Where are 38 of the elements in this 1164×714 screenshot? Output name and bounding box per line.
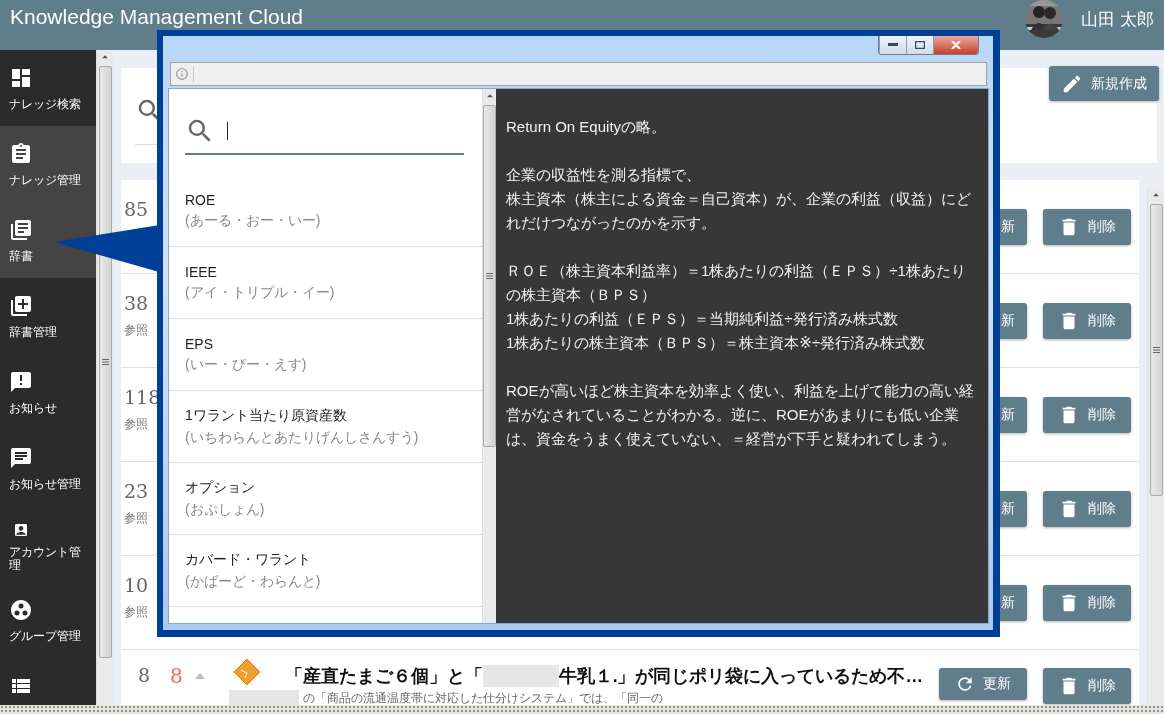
sidebar-item[interactable]: 辞書管理 bbox=[0, 278, 96, 354]
delete-button[interactable]: 削除 bbox=[1043, 396, 1131, 433]
definition-text: ROEが高いほど株主資本を効率よく使い、利益を上げて能力の高い経営がなされていることがわかる。逆に、ROEがあまりにも低い企業は、資金をうまく使えていない、＝経営が下手と疑われてしまう。 bbox=[506, 381, 975, 449]
article-title[interactable]: 牛乳１.」が同じポリ袋に入っているため不… bbox=[558, 664, 923, 688]
reference-count: 10 bbox=[124, 574, 149, 596]
reference-count: 38 bbox=[124, 292, 149, 314]
delete-button[interactable]: 削除 bbox=[1043, 584, 1131, 621]
new-button[interactable]: 新規作成 bbox=[1049, 66, 1159, 101]
definition-text: Return On Equityの略。 bbox=[506, 117, 668, 137]
sidebar-item[interactable]: お知らせ bbox=[0, 354, 96, 430]
sidebar-item[interactable]: グループ管理 bbox=[0, 582, 96, 658]
like-count: 8 bbox=[170, 664, 183, 688]
user-name[interactable]: 山田 太郎 bbox=[1081, 7, 1154, 31]
sidebar-item[interactable]: お知らせ管理 bbox=[0, 430, 96, 506]
app-title: Knowledge Management Cloud bbox=[10, 5, 305, 29]
definition-text: 1株あたりの利益（ＥＰＳ）＝当期純利益÷発行済み株式数 bbox=[506, 309, 899, 329]
update-button[interactable]: 更新 bbox=[939, 668, 1027, 700]
delete-button[interactable]: 削除 bbox=[1043, 668, 1131, 704]
sidebar-item[interactable]: 辞書 bbox=[0, 202, 96, 278]
reference-label: 参照 bbox=[124, 322, 148, 339]
definition-text: 1株あたりの株主資本（ＢＰＳ）＝株主資本※÷発行済み株式数 bbox=[506, 333, 927, 353]
reference-label: 参照 bbox=[124, 510, 148, 527]
sidebar-item[interactable]: ナレッジ管理 bbox=[0, 126, 96, 202]
definition-text: ＲＯＥ（株主資本利益率）＝1株あたりの利益（ＥＰＳ）÷1株あたりの株主資本（ＢＰＳ） bbox=[506, 261, 967, 305]
reference-count: 23 bbox=[124, 480, 149, 502]
definition-text: 企業の収益性を測る指標で、 bbox=[506, 165, 702, 185]
article-summary: の「商品の流通温度帯に対応した仕分けシステム」では、「同一の bbox=[302, 690, 663, 707]
sidebar-item[interactable]: ナレッジ検索 bbox=[0, 50, 96, 126]
definition-text: 株主資本（株主による資金＝自己資本）が、企業の利益（収益）にどれだけつながったのかを示す。 bbox=[506, 189, 972, 233]
reference-label: 参照 bbox=[124, 416, 148, 433]
sidebar-item[interactable]: アカウント管理 bbox=[0, 506, 96, 582]
reference-label: 参照 bbox=[124, 604, 148, 621]
article-title[interactable]: 「産直たまご６個」と「 bbox=[284, 664, 483, 688]
delete-button[interactable]: 削除 bbox=[1043, 490, 1131, 527]
delete-button[interactable]: 削除 bbox=[1043, 208, 1131, 245]
delete-button[interactable]: 削除 bbox=[1043, 302, 1131, 339]
reference-count: 85 bbox=[124, 198, 149, 220]
reference-count: 8 bbox=[138, 664, 151, 686]
